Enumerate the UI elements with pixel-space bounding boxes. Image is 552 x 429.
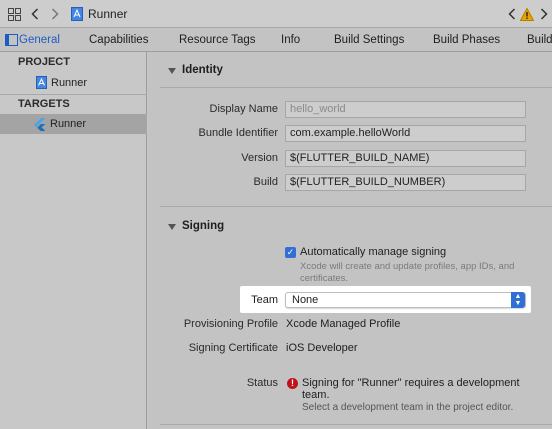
- sidebar-item-label: Runner: [51, 77, 88, 89]
- signing-certificate-label: Signing Certificate: [188, 342, 278, 354]
- sidebar-toggle-icon[interactable]: [5, 34, 18, 46]
- display-name-field[interactable]: hello_world: [285, 101, 526, 118]
- xcode-project-icon: [36, 76, 47, 96]
- build-field[interactable]: $(FLUTTER_BUILD_NUMBER): [285, 174, 526, 191]
- error-icon: !: [287, 378, 298, 389]
- jump-bar-project[interactable]: Runner: [88, 0, 127, 28]
- project-target-sidebar: PROJECT Runner TARGETS Runner: [0, 52, 147, 429]
- warning-icon[interactable]: [519, 0, 535, 28]
- forward-chevron-icon[interactable]: [48, 0, 62, 28]
- xcode-project-icon: [70, 0, 84, 28]
- jump-bar: Runner: [0, 0, 552, 28]
- team-select[interactable]: None ▲ ▼: [285, 292, 526, 308]
- tab-build-rules[interactable]: Build: [527, 28, 552, 52]
- auto-manage-description-line1: Xcode will create and update profiles, a…: [300, 261, 515, 272]
- jump-bar-project-label: Runner: [88, 7, 128, 21]
- auto-manage-description-line2: certificates.: [300, 273, 349, 284]
- bundle-identifier-label: Bundle Identifier: [198, 127, 279, 139]
- version-field[interactable]: $(FLUTTER_BUILD_NAME): [285, 150, 526, 167]
- signing-certificate-value: iOS Developer: [286, 342, 358, 354]
- team-select-value: None: [292, 294, 319, 306]
- bundle-identifier-field[interactable]: com.example.helloWorld: [285, 125, 526, 142]
- select-stepper-icon: ▲ ▼: [511, 292, 525, 308]
- sidebar-item-project-runner[interactable]: Runner: [0, 73, 147, 93]
- display-name-label: Display Name: [209, 103, 278, 115]
- provisioning-profile-value: Xcode Managed Profile: [286, 318, 401, 330]
- provisioning-profile-label: Provisioning Profile: [183, 318, 278, 330]
- status-hint: Select a development team in the project…: [302, 402, 514, 413]
- flutter-app-icon: [34, 118, 46, 138]
- identity-disclosure-triangle-icon[interactable]: [168, 68, 176, 74]
- signing-section-title: Signing: [182, 220, 225, 232]
- tab-build-settings[interactable]: Build Settings: [334, 28, 404, 52]
- build-label: Build: [253, 176, 278, 188]
- signing-disclosure-triangle-icon[interactable]: [168, 224, 176, 230]
- auto-manage-signing-label: Automatically manage signing: [300, 246, 447, 258]
- sidebar-item-label: Runner: [50, 118, 87, 130]
- tab-info[interactable]: Info: [281, 28, 300, 52]
- status-label: Status: [246, 377, 278, 389]
- version-label: Version: [241, 152, 278, 164]
- general-settings-editor: Identity Display Name hello_world Bundle…: [148, 52, 552, 429]
- status-message-line2: team.: [302, 389, 330, 401]
- status-message-line1: Signing for "Runner" requires a developm…: [302, 377, 520, 389]
- section-divider: [160, 206, 552, 207]
- previous-issue-chevron-icon[interactable]: [506, 0, 518, 28]
- tab-resource-tags[interactable]: Resource Tags: [179, 28, 256, 52]
- team-label: Team: [251, 294, 278, 306]
- tab-build-phases[interactable]: Build Phases: [433, 28, 500, 52]
- section-divider: [160, 424, 552, 425]
- identity-section-title: Identity: [182, 64, 223, 76]
- sidebar-project-header: PROJECT: [18, 56, 70, 68]
- next-issue-chevron-icon[interactable]: [538, 0, 550, 28]
- tab-capabilities[interactable]: Capabilities: [89, 28, 148, 52]
- auto-manage-signing-checkbox[interactable]: ✓: [285, 247, 296, 258]
- sidebar-targets-header: TARGETS: [18, 98, 70, 110]
- section-divider: [160, 87, 552, 88]
- related-items-grid-icon[interactable]: [6, 0, 22, 28]
- back-chevron-icon[interactable]: [28, 0, 42, 28]
- sidebar-item-target-runner[interactable]: Runner: [0, 114, 147, 134]
- tab-general[interactable]: General: [19, 28, 60, 52]
- editor-tab-bar: General Capabilities Resource Tags Info …: [0, 28, 552, 52]
